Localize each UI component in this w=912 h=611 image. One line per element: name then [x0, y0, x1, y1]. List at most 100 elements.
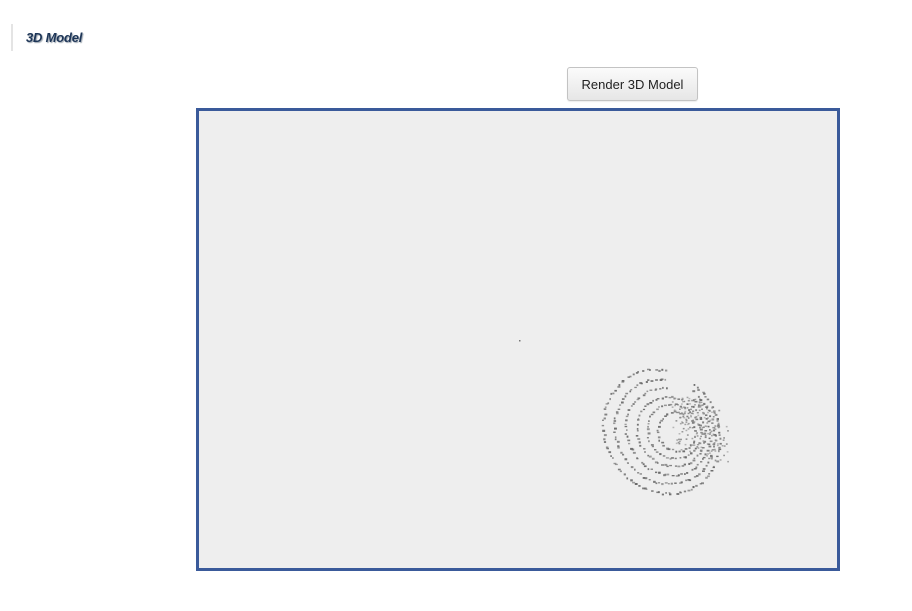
point: [711, 407, 714, 409]
point: [655, 451, 659, 453]
3d-viewport[interactable]: [196, 108, 840, 571]
point: [687, 479, 691, 481]
point: [700, 435, 702, 438]
point: [701, 447, 705, 449]
point: [689, 444, 692, 446]
point: [612, 457, 614, 459]
point: [647, 468, 650, 471]
point: [676, 493, 680, 495]
point: [646, 437, 649, 439]
point: [661, 405, 664, 408]
point: [697, 388, 700, 391]
point: [662, 418, 664, 420]
point: [692, 412, 694, 415]
point: [707, 425, 710, 428]
point: [636, 428, 639, 430]
point: [709, 401, 712, 404]
point: [689, 450, 691, 453]
point: [679, 457, 682, 459]
point: [714, 425, 717, 427]
point: [608, 451, 612, 454]
point: [694, 435, 696, 438]
point: [719, 442, 722, 445]
point: [637, 438, 641, 440]
point: [707, 417, 709, 419]
point: [716, 444, 719, 447]
point: [696, 444, 700, 446]
point: [603, 438, 606, 441]
point: [695, 484, 698, 487]
point: [702, 440, 705, 442]
point: [659, 421, 661, 424]
point: [637, 397, 641, 399]
point: [695, 418, 699, 421]
point: [699, 437, 702, 440]
point: [667, 473, 670, 476]
point: [693, 384, 696, 386]
point: [702, 458, 704, 460]
point: [667, 483, 670, 485]
point: [603, 434, 607, 437]
point: [716, 455, 719, 458]
point: [676, 404, 679, 406]
point: [628, 442, 631, 445]
render-3d-model-button[interactable]: Render 3D Model: [567, 67, 698, 101]
point: [699, 424, 702, 427]
point: [615, 411, 619, 414]
point: [630, 447, 633, 450]
point: [672, 426, 675, 429]
point: [702, 470, 705, 472]
point: [682, 450, 686, 453]
point: [621, 380, 625, 382]
point: [680, 449, 683, 451]
point: [613, 417, 616, 420]
point: [619, 404, 622, 406]
point: [695, 433, 698, 435]
point: [696, 463, 699, 466]
point: [685, 479, 688, 482]
point: [654, 461, 658, 464]
point: [647, 454, 649, 457]
point: [645, 381, 648, 383]
point: [693, 449, 696, 452]
point: [693, 476, 697, 478]
point: [708, 437, 711, 440]
point: [691, 468, 694, 471]
point: [693, 441, 695, 444]
point: [713, 448, 716, 451]
point: [706, 443, 709, 445]
section-title: 3D Model: [26, 30, 83, 45]
point: [691, 437, 694, 440]
point: [693, 468, 697, 470]
point: [697, 414, 700, 417]
point: [662, 386, 664, 389]
point: [657, 436, 661, 439]
point: [636, 457, 638, 460]
point: [691, 399, 693, 402]
point: [673, 409, 676, 411]
point: [663, 474, 666, 477]
point: [707, 453, 709, 455]
point: [711, 434, 713, 437]
point: [694, 400, 698, 403]
point: [683, 490, 687, 493]
point: [707, 411, 709, 414]
point: [603, 417, 606, 420]
point: [688, 400, 691, 402]
point: [684, 448, 688, 450]
point: [704, 441, 706, 443]
point: [625, 415, 629, 418]
point: [693, 426, 696, 429]
point: [692, 405, 695, 408]
point: [624, 423, 627, 426]
point: [642, 487, 645, 490]
point: [664, 463, 668, 466]
point: [688, 462, 691, 465]
point: [716, 460, 720, 463]
point: [651, 457, 655, 460]
point: [690, 408, 692, 411]
point: [711, 411, 713, 413]
point: [711, 449, 715, 451]
point: [703, 392, 706, 395]
point: [675, 450, 678, 453]
